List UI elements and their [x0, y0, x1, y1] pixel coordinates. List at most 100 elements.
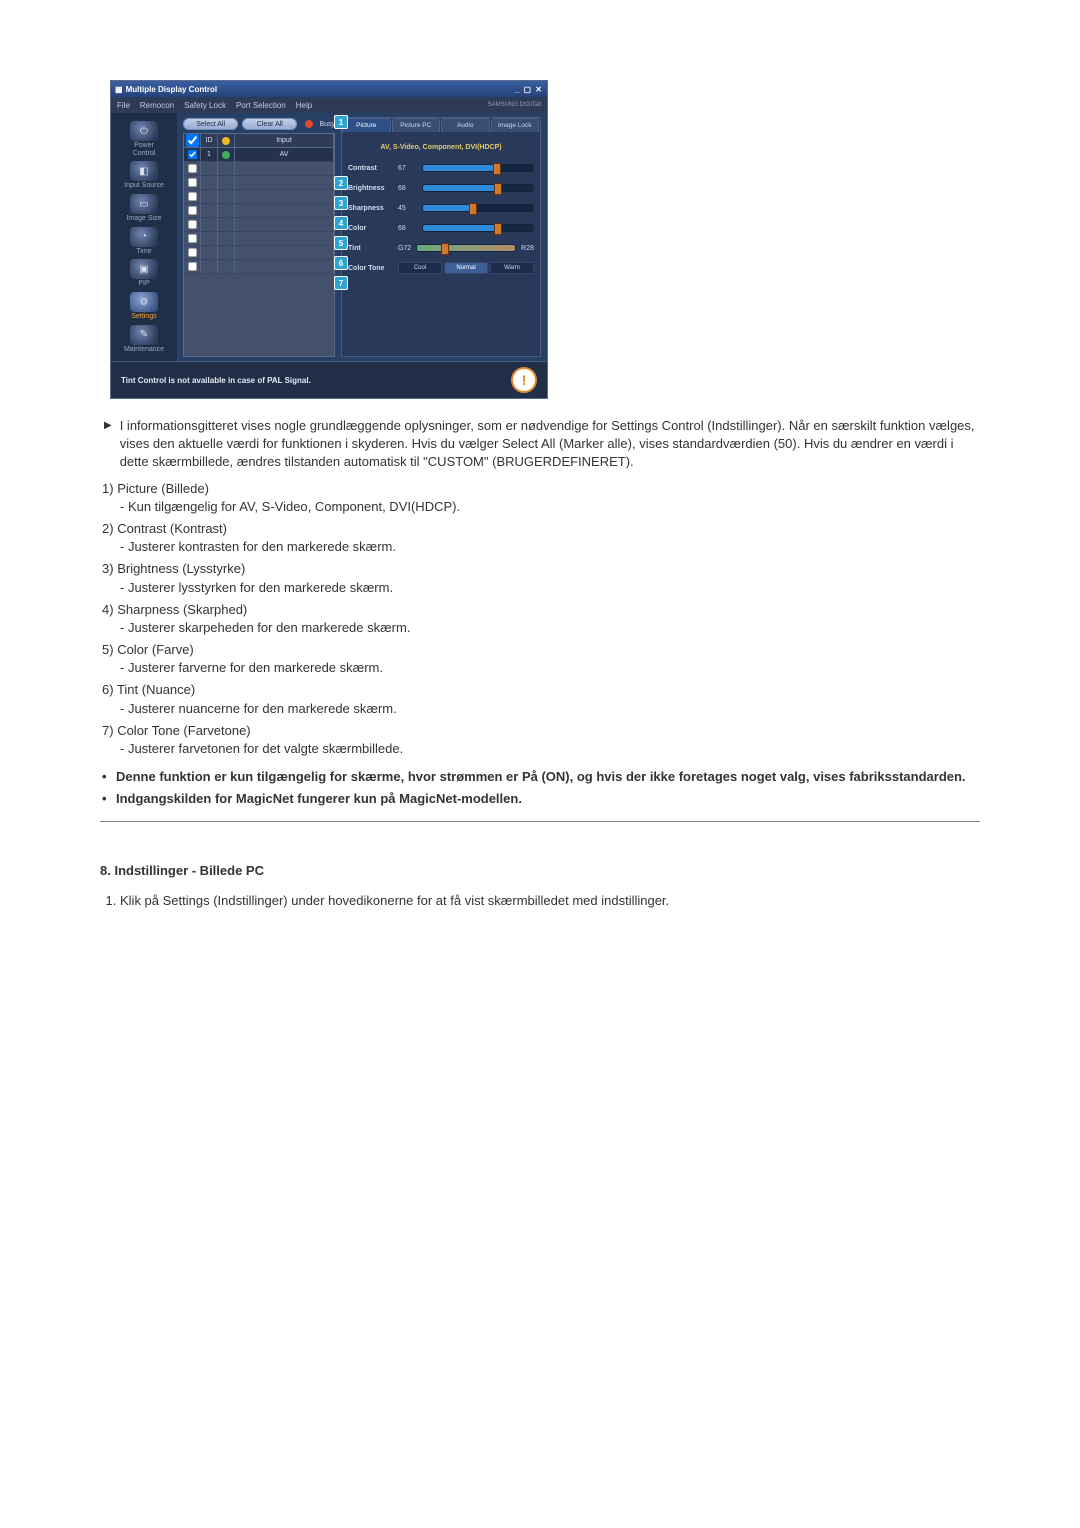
table-row[interactable]: [184, 204, 334, 218]
tint-control[interactable]: Tint G72 R28: [348, 239, 534, 257]
tab-image-lock[interactable]: Image Lock: [491, 118, 540, 132]
window-controls[interactable]: _ ▢ ✕: [515, 85, 543, 94]
busy-label: Busy: [319, 121, 335, 128]
item-desc: - Justerer kontrasten for den markerede …: [120, 538, 980, 556]
sidebar-item-power-control[interactable]: ⏻Power Control: [122, 121, 166, 157]
color-value: 68: [398, 225, 418, 232]
brand-label: SAMSUNG DIGITall: [488, 102, 541, 108]
sidebar-item-settings[interactable]: ⚙Settings: [122, 292, 166, 321]
tab-picture-pc[interactable]: Picture PC: [392, 118, 441, 132]
table-row[interactable]: [184, 218, 334, 232]
item-desc: - Justerer lysstyrken for den markerede …: [120, 579, 980, 597]
sidebar-item-label: Maintenance: [124, 346, 164, 353]
item-num: 7): [102, 723, 114, 738]
sharpness-slider[interactable]: [422, 204, 534, 212]
brightness-value: 68: [398, 185, 418, 192]
menu-port-selection[interactable]: Port Selection: [236, 101, 286, 110]
tone-warm[interactable]: Warm: [490, 262, 534, 274]
bullet-list: Denne funktion er kun tilgængelig for sk…: [102, 768, 980, 808]
source-label: AV, S-Video, Component, DVI(HDCP): [348, 144, 534, 151]
color-slider[interactable]: [422, 224, 534, 232]
callout-6: 6: [334, 256, 348, 270]
sidebar-item-pip[interactable]: ▣PIP: [122, 259, 166, 288]
item-num: 3): [102, 561, 114, 576]
table-row[interactable]: [184, 246, 334, 260]
item-desc: - Kun tilgængelig for AV, S-Video, Compo…: [120, 498, 980, 516]
info-icon: !: [511, 367, 537, 393]
contrast-slider[interactable]: [422, 164, 534, 172]
sharpness-control[interactable]: Sharpness 45: [348, 199, 534, 217]
menu-file[interactable]: File: [117, 101, 130, 110]
window-title: Multiple Display Control: [126, 85, 218, 94]
table-row[interactable]: [184, 190, 334, 204]
color-control[interactable]: Color 68: [348, 219, 534, 237]
color-tone-control[interactable]: Color Tone Cool Normal Warm: [348, 259, 534, 277]
grid-header-check[interactable]: [184, 134, 201, 147]
bullet-item: Denne funktion er kun tilgængelig for sk…: [102, 768, 980, 786]
sidebar-item-input-source[interactable]: ◧Input Source: [122, 161, 166, 190]
item-title: Picture (Billede): [117, 481, 209, 496]
tab-picture[interactable]: Picture: [342, 118, 391, 132]
tone-cool[interactable]: Cool: [398, 262, 442, 274]
contrast-control[interactable]: Contrast 67: [348, 159, 534, 177]
item-num: 1): [102, 481, 114, 496]
sidebar-item-label: PIP: [138, 280, 149, 287]
item-title: Sharpness (Skarphed): [117, 602, 247, 617]
document-body: ▶ I informationsgitteret vises nogle gru…: [100, 417, 980, 910]
item-num: 5): [102, 642, 114, 657]
sidebar-item-image-size[interactable]: ▭Image Size: [122, 194, 166, 223]
callout-1: 1: [334, 115, 348, 129]
sharpness-value: 45: [398, 205, 418, 212]
menu-safety-lock[interactable]: Safety Lock: [184, 101, 226, 110]
arrow-icon: ▶: [104, 417, 112, 472]
sidebar-item-label: Time: [136, 248, 151, 255]
select-all-button[interactable]: Select All: [183, 118, 238, 130]
contrast-value: 67: [398, 165, 418, 172]
settings-panel: Picture Picture PC Audio Image Lock AV, …: [341, 117, 541, 357]
item-desc: - Justerer skarpeheden for den markerede…: [120, 619, 980, 637]
display-grid[interactable]: ID Input 1 AV: [183, 133, 335, 357]
table-row[interactable]: [184, 162, 334, 176]
tab-audio[interactable]: Audio: [441, 118, 490, 132]
callout-5: 5: [334, 236, 348, 250]
sidebar: ⏻Power Control ◧Input Source ▭Image Size…: [111, 113, 177, 361]
menu-remocon[interactable]: Remocon: [140, 101, 174, 110]
item-desc: - Justerer farvetonen for det valgte skæ…: [120, 740, 980, 758]
list-item: 1) Picture (Billede) - Kun tilgængelig fo…: [102, 480, 980, 516]
table-row[interactable]: [184, 260, 334, 274]
color-label: Color: [348, 225, 394, 232]
intro-paragraph: I informationsgitteret vises nogle grund…: [120, 417, 980, 472]
item-num: 2): [102, 521, 114, 536]
sidebar-item-label: Power Control: [133, 142, 156, 157]
table-row[interactable]: [184, 176, 334, 190]
item-num: 4): [102, 602, 114, 617]
status-bar: Tint Control is not available in case of…: [111, 361, 547, 398]
table-row[interactable]: 1 AV: [184, 148, 334, 162]
item-desc: - Justerer farverne for den markerede sk…: [120, 659, 980, 677]
color-tone-label: Color Tone: [348, 265, 394, 272]
tint-right-value: R28: [521, 245, 534, 252]
numbered-list: 1) Picture (Billede) - Kun tilgængelig fo…: [102, 480, 980, 759]
brightness-slider[interactable]: [422, 184, 534, 192]
list-item: 6) Tint (Nuance)- Justerer nuancerne for…: [102, 681, 980, 717]
contrast-label: Contrast: [348, 165, 394, 172]
menu-help[interactable]: Help: [296, 101, 312, 110]
section-title: 8. Indstillinger - Billede PC: [100, 862, 980, 880]
table-row[interactable]: [184, 232, 334, 246]
app-icon: ▦: [115, 85, 123, 94]
item-title: Color Tone (Farvetone): [117, 723, 250, 738]
tone-normal[interactable]: Normal: [444, 262, 488, 274]
sidebar-item-label: Input Source: [124, 182, 164, 189]
callout-2: 2: [334, 176, 348, 190]
row-id: 1: [201, 148, 218, 161]
sidebar-item-label: Settings: [131, 313, 156, 320]
grid-header-id: ID: [201, 134, 218, 147]
item-title: Contrast (Kontrast): [117, 521, 227, 536]
brightness-control[interactable]: Brightness 68: [348, 179, 534, 197]
sidebar-item-time[interactable]: ◔Time: [122, 227, 166, 256]
tint-slider[interactable]: [416, 244, 516, 252]
section-step: Klik på Settings (Indstillinger) under h…: [120, 892, 980, 910]
clear-all-button[interactable]: Clear All: [242, 118, 297, 130]
callout-3: 3: [334, 196, 348, 210]
sidebar-item-maintenance[interactable]: ✎Maintenance: [122, 325, 166, 354]
